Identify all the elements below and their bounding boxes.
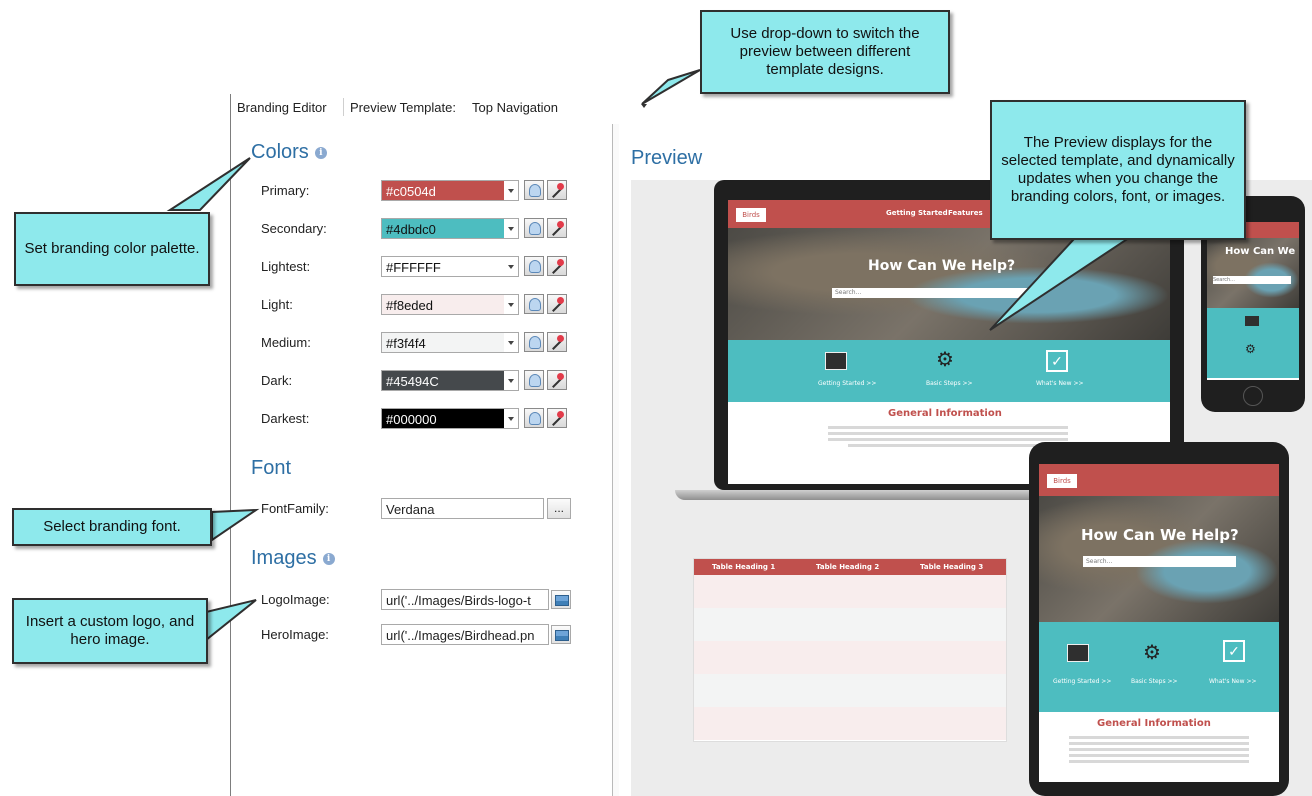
logo-callout: Insert a custom logo, and hero image. (12, 598, 208, 664)
preview-callout: The Preview displays for the selected te… (990, 100, 1246, 240)
font-callout-tail (211, 508, 260, 542)
logo-callout-tail (205, 599, 257, 643)
palette-callout: Set branding color palette. (14, 212, 210, 286)
font-callout: Select branding font. (12, 508, 212, 546)
palette-callout-tail (166, 157, 251, 211)
dropdown-callout: Use drop-down to switch the preview betw… (700, 10, 950, 94)
dropdown-callout-tail (641, 69, 701, 105)
